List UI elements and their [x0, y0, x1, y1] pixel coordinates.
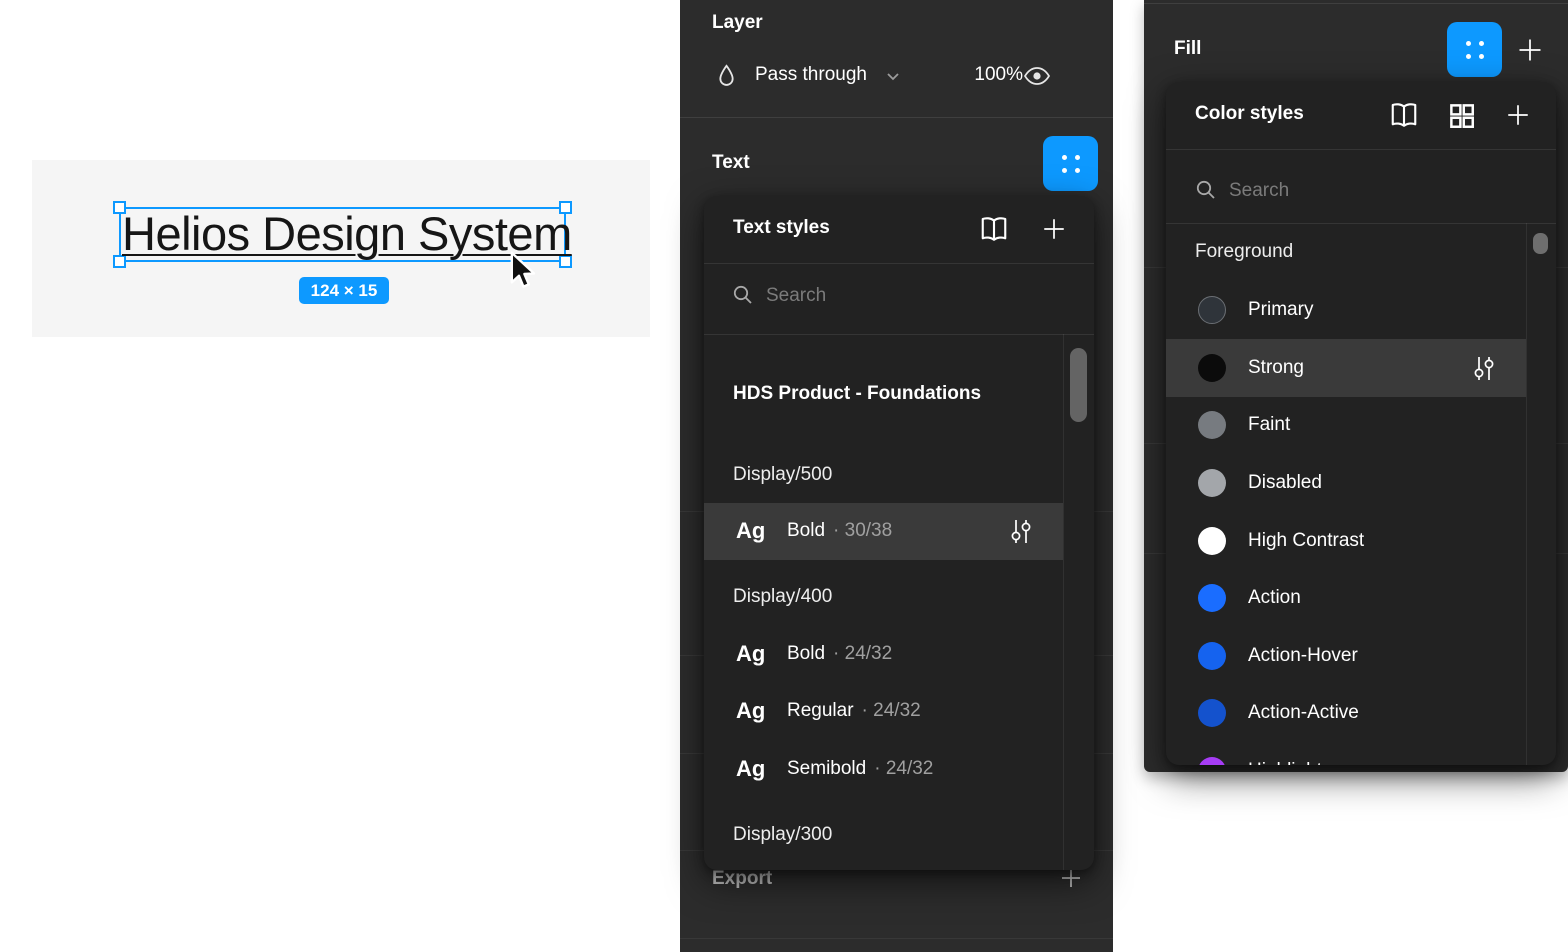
export-section-title: Export	[712, 868, 772, 890]
mouse-cursor-icon	[503, 250, 539, 292]
canvas-area: Helios Design System 124 × 15	[32, 160, 650, 337]
screenshot-root: Helios Design System 124 × 15 Layer Pass…	[0, 0, 1568, 952]
color-styles-button[interactable]	[1447, 22, 1502, 77]
add-style-plus-icon[interactable]	[1040, 215, 1068, 243]
blend-mode-select[interactable]: Pass through	[755, 64, 867, 86]
add-fill-plus-icon[interactable]	[1516, 36, 1544, 64]
style-sample: Ag	[736, 698, 765, 724]
section-divider	[680, 938, 1113, 939]
search-icon	[732, 284, 754, 306]
color-style-row[interactable]: Action-Hover	[1166, 627, 1526, 685]
color-name: Strong	[1248, 357, 1304, 379]
color-style-row[interactable]: Action	[1166, 569, 1526, 627]
color-swatch	[1198, 757, 1226, 765]
chevron-down-icon[interactable]	[886, 72, 900, 81]
color-style-row[interactable]: Highlight	[1166, 742, 1526, 765]
text-style-row[interactable]: Ag Regular · 24/32	[704, 683, 1063, 740]
popover-divider	[1166, 223, 1556, 224]
color-style-row[interactable]: Disabled	[1166, 454, 1526, 512]
text-style-row[interactable]: Ag Semibold · 24/32	[704, 741, 1063, 798]
style-sample: Ag	[736, 756, 765, 782]
text-section-title: Text	[712, 152, 750, 174]
four-dots-icon	[1062, 155, 1080, 173]
library-book-icon[interactable]	[1388, 99, 1420, 131]
scrollbar-thumb[interactable]	[1070, 348, 1087, 422]
style-name: Bold	[787, 520, 825, 541]
color-name: Highlight	[1248, 760, 1322, 765]
properties-panel-text: Layer Pass through 100% Text	[680, 0, 1113, 952]
color-swatch	[1198, 469, 1226, 497]
layer-opacity-field[interactable]: 100%	[943, 64, 1023, 86]
color-styles-popover-title: Color styles	[1195, 103, 1304, 125]
text-styles-button[interactable]	[1043, 136, 1098, 191]
adjust-sliders-icon[interactable]	[1010, 518, 1032, 545]
style-sample: Ag	[736, 641, 765, 667]
style-spec: · 24/32	[874, 758, 933, 779]
style-spec: · 24/32	[833, 643, 892, 664]
color-name: Faint	[1248, 414, 1290, 436]
scrollbar-track	[1526, 223, 1527, 765]
library-heading: HDS Product - Foundations	[733, 383, 981, 405]
style-spec: · 24/32	[862, 700, 921, 721]
popover-divider	[704, 334, 1094, 335]
grid-view-icon[interactable]	[1447, 101, 1475, 129]
section-divider	[1144, 3, 1568, 4]
color-style-row[interactable]: Action-Active	[1166, 684, 1526, 742]
fill-section-title: Fill	[1174, 38, 1201, 60]
color-swatch	[1198, 642, 1226, 670]
color-swatch	[1198, 296, 1226, 324]
color-style-row[interactable]: Faint	[1166, 396, 1526, 454]
visibility-eye-icon[interactable]	[1023, 66, 1051, 86]
style-group-label: Display/500	[733, 464, 832, 486]
color-styles-search-input[interactable]	[1227, 175, 1491, 207]
color-swatch	[1198, 584, 1226, 612]
properties-panel-fill: Fill Color styles	[1144, 0, 1568, 772]
color-name: Disabled	[1248, 472, 1322, 494]
color-swatch	[1198, 354, 1226, 382]
scrollbar-thumb[interactable]	[1533, 233, 1548, 254]
color-style-row[interactable]: High Contrast	[1166, 512, 1526, 570]
text-styles-popover: Text styles HDS Product - Foundations Di…	[704, 196, 1094, 870]
color-name: Action-Active	[1248, 702, 1359, 724]
section-divider	[680, 117, 1113, 118]
color-group-label: Foreground	[1195, 241, 1293, 263]
layer-section-title: Layer	[712, 12, 763, 34]
popover-divider	[704, 263, 1094, 264]
color-name: Action	[1248, 587, 1301, 609]
style-name: Regular	[787, 700, 854, 721]
style-sample: Ag	[736, 518, 765, 544]
text-style-row-selected[interactable]: Ag Bold · 30/38	[704, 503, 1063, 560]
text-style-row[interactable]: Ag Bold · 24/32	[704, 626, 1063, 683]
add-style-plus-icon[interactable]	[1504, 101, 1532, 129]
color-swatch	[1198, 699, 1226, 727]
style-name: Semibold	[787, 758, 866, 779]
color-name: High Contrast	[1248, 530, 1364, 552]
four-dots-icon	[1466, 41, 1484, 59]
color-name: Action-Hover	[1248, 645, 1358, 667]
selection-box[interactable]: Helios Design System	[119, 207, 566, 262]
adjust-sliders-icon[interactable]	[1473, 355, 1495, 382]
text-styles-popover-title: Text styles	[733, 217, 830, 239]
color-styles-popover: Color styles	[1166, 82, 1556, 765]
color-swatch	[1198, 411, 1226, 439]
color-swatch	[1198, 527, 1226, 555]
style-group-label: Display/300	[733, 824, 832, 846]
color-style-row[interactable]: Primary	[1166, 281, 1526, 339]
text-styles-search-input[interactable]	[764, 280, 1028, 312]
color-style-row-selected[interactable]: Strong	[1166, 339, 1526, 397]
style-name: Bold	[787, 643, 825, 664]
scrollbar-track	[1063, 334, 1064, 870]
library-book-icon[interactable]	[978, 213, 1010, 245]
dimension-badge: 124 × 15	[299, 277, 389, 304]
style-group-label: Display/400	[733, 586, 832, 608]
color-name: Primary	[1248, 299, 1313, 321]
blend-mode-icon	[717, 64, 736, 88]
style-spec: · 30/38	[833, 520, 892, 541]
search-icon	[1195, 179, 1217, 201]
popover-divider	[1166, 149, 1556, 150]
